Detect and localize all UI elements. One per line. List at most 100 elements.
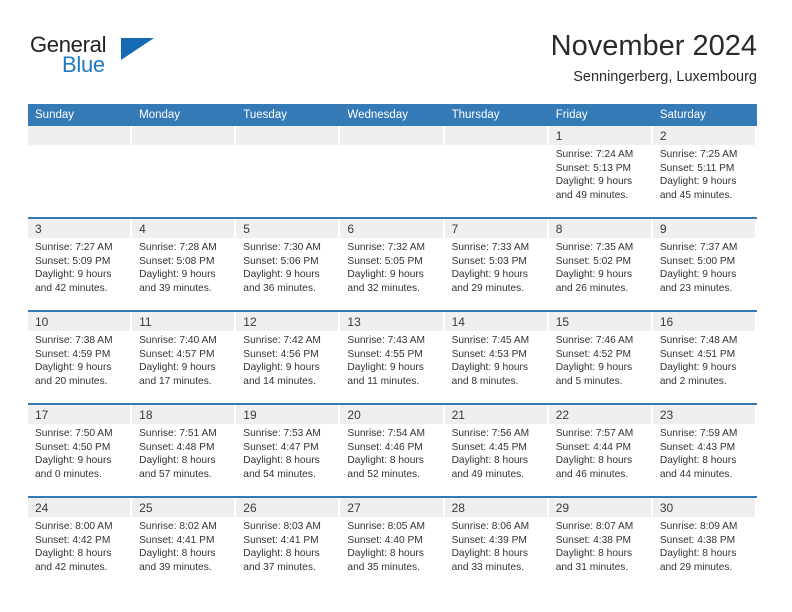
day-number: 12 [236,312,339,331]
day-cell-inner: 12 Sunrise: 7:42 AM Sunset: 4:56 PM Dayligh… [236,312,340,403]
calendar-day-cell[interactable]: 17 Sunrise: 7:50 AM Sunset: 4:50 PM Dayligh… [28,403,133,497]
calendar-day-cell[interactable]: 26 Sunrise: 8:03 AM Sunset: 4:41 PM Dayligh… [236,496,341,589]
day-details: Sunrise: 8:09 AM Sunset: 4:38 PM Daylight:… [653,517,757,574]
calendar-day-cell[interactable]: 13 Sunrise: 7:43 AM Sunset: 4:55 PM Dayligh… [340,310,445,404]
sunrise-text: Sunrise: 7:56 AM [451,428,530,439]
calendar-day-cell[interactable]: 1 Sunrise: 7:24 AM Sunset: 5:13 PM Daylight… [548,126,653,218]
sunset-text: Sunset: 5:13 PM [555,162,632,174]
sunset-text: Sunset: 4:38 PM [659,534,736,546]
weekday-header-wednesday: Wednesday [340,104,445,126]
day-number [340,126,443,145]
day-number [132,126,235,145]
sunrise-text: Sunrise: 7:24 AM [555,149,634,160]
calendar-day-cell[interactable]: 18 Sunrise: 7:51 AM Sunset: 4:48 PM Dayligh… [132,403,237,497]
calendar-day-cell[interactable]: 4 Sunrise: 7:28 AM Sunset: 5:08 PM Daylight… [132,217,237,311]
day-cell-inner: 1 Sunrise: 7:24 AM Sunset: 5:13 PM Daylight… [548,126,653,217]
sunrise-text: Sunrise: 7:32 AM [347,242,426,253]
day-number: 30 [652,498,755,517]
general-blue-logo[interactable]: General Blue [28,32,208,88]
sunset-text: Sunset: 4:47 PM [243,441,319,453]
day-cell-inner: 13 Sunrise: 7:43 AM Sunset: 4:55 PM Dayligh… [340,312,444,403]
daylight-text-line2: and 35 minutes. [347,561,420,573]
sunrise-text: Sunrise: 8:09 AM [659,521,738,532]
calendar-day-cell[interactable]: 5 Sunrise: 7:30 AM Sunset: 5:06 PM Daylight… [236,217,341,311]
sunrise-text: Sunrise: 7:48 AM [659,335,738,346]
daylight-text-line2: and 52 minutes. [347,468,420,480]
sunset-text: Sunset: 5:00 PM [659,255,736,267]
day-cell-inner [444,126,549,217]
day-number: 13 [340,312,443,331]
calendar-day-cell[interactable]: 16 Sunrise: 7:48 AM Sunset: 4:51 PM Dayligh… [652,310,757,404]
calendar-day-cell[interactable]: 9 Sunrise: 7:37 AM Sunset: 5:00 PM Daylight… [652,217,757,311]
calendar-day-cell[interactable]: 8 Sunrise: 7:35 AM Sunset: 5:02 PM Daylight… [548,217,653,311]
day-cell-inner [236,126,340,217]
day-details: Sunrise: 8:07 AM Sunset: 4:38 PM Daylight:… [549,517,653,574]
day-cell-inner: 6 Sunrise: 7:32 AM Sunset: 5:05 PM Daylight… [340,219,444,310]
sunset-text: Sunset: 4:43 PM [659,441,736,453]
calendar-day-cell[interactable]: 14 Sunrise: 7:45 AM Sunset: 4:53 PM Dayligh… [444,310,549,404]
sunset-text: Sunset: 4:59 PM [35,348,111,360]
day-details: Sunrise: 7:50 AM Sunset: 4:50 PM Daylight:… [28,424,132,481]
calendar-day-cell[interactable]: 25 Sunrise: 8:02 AM Sunset: 4:41 PM Dayligh… [132,496,237,589]
daylight-text-line2: and 39 minutes. [139,561,212,573]
daylight-text-line1: Daylight: 9 hours [659,269,737,281]
daylight-text-line1: Daylight: 8 hours [243,548,320,560]
day-details: Sunrise: 7:37 AM Sunset: 5:00 PM Daylight:… [653,238,757,295]
calendar-week-row: 1 Sunrise: 7:24 AM Sunset: 5:13 PM Daylight… [28,126,757,218]
sunrise-text: Sunrise: 7:46 AM [555,335,634,346]
logo-text-blue: Blue [62,52,105,77]
calendar-day-cell[interactable]: 12 Sunrise: 7:42 AM Sunset: 4:56 PM Dayligh… [236,310,341,404]
daylight-text-line2: and 33 minutes. [451,561,525,573]
calendar-day-cell[interactable]: 3 Sunrise: 7:27 AM Sunset: 5:09 PM Daylight… [28,217,133,311]
day-number: 7 [444,219,547,238]
day-cell-inner: 17 Sunrise: 7:50 AM Sunset: 4:50 PM Dayligh… [28,405,132,496]
day-number: 11 [132,312,235,331]
daylight-text-line1: Daylight: 8 hours [451,455,529,467]
logo-triangle-icon [121,38,154,60]
day-details: Sunrise: 8:05 AM Sunset: 4:40 PM Daylight:… [340,517,444,574]
calendar-day-cell[interactable]: 15 Sunrise: 7:46 AM Sunset: 4:52 PM Dayligh… [548,310,653,404]
calendar-day-cell[interactable]: 24 Sunrise: 8:00 AM Sunset: 4:42 PM Dayligh… [28,496,133,589]
daylight-text-line2: and 29 minutes. [659,561,733,573]
calendar-day-cell[interactable]: 6 Sunrise: 7:32 AM Sunset: 5:05 PM Daylight… [340,217,445,311]
day-details: Sunrise: 7:25 AM Sunset: 5:11 PM Daylight:… [653,145,757,202]
day-cell-inner: 11 Sunrise: 7:40 AM Sunset: 4:57 PM Dayligh… [132,312,236,403]
sunset-text: Sunset: 4:50 PM [35,441,111,453]
calendar-day-cell[interactable]: 21 Sunrise: 7:56 AM Sunset: 4:45 PM Dayligh… [444,403,549,497]
day-details: Sunrise: 7:40 AM Sunset: 4:57 PM Daylight:… [132,331,236,388]
calendar-day-cell[interactable]: 22 Sunrise: 7:57 AM Sunset: 4:44 PM Dayligh… [548,403,653,497]
daylight-text-line2: and 26 minutes. [555,282,629,294]
calendar-day-cell[interactable]: 20 Sunrise: 7:54 AM Sunset: 4:46 PM Dayligh… [340,403,445,497]
day-number: 1 [548,126,651,145]
day-number: 21 [444,405,547,424]
daylight-text-line2: and 46 minutes. [555,468,629,480]
day-cell-inner: 22 Sunrise: 7:57 AM Sunset: 4:44 PM Dayligh… [548,405,653,496]
day-number: 6 [340,219,443,238]
calendar-day-cell[interactable]: 2 Sunrise: 7:25 AM Sunset: 5:11 PM Daylight… [652,126,757,218]
weekday-header-thursday: Thursday [444,104,549,126]
daylight-text-line1: Daylight: 9 hours [347,362,424,374]
calendar-day-cell[interactable]: 7 Sunrise: 7:33 AM Sunset: 5:03 PM Daylight… [444,217,549,311]
daylight-text-line1: Daylight: 8 hours [35,548,112,560]
calendar-day-cell[interactable]: 23 Sunrise: 7:59 AM Sunset: 4:43 PM Dayligh… [652,403,757,497]
calendar-day-cell[interactable]: 10 Sunrise: 7:38 AM Sunset: 4:59 PM Dayligh… [28,310,133,404]
daylight-text-line2: and 20 minutes. [35,375,108,387]
day-number [28,126,131,145]
day-cell-inner: 21 Sunrise: 7:56 AM Sunset: 4:45 PM Dayligh… [444,405,549,496]
calendar-day-cell[interactable]: 19 Sunrise: 7:53 AM Sunset: 4:47 PM Dayligh… [236,403,341,497]
day-number: 24 [28,498,131,517]
sunset-text: Sunset: 4:46 PM [347,441,423,453]
day-details: Sunrise: 7:27 AM Sunset: 5:09 PM Daylight:… [28,238,132,295]
calendar-day-cell[interactable]: 27 Sunrise: 8:05 AM Sunset: 4:40 PM Dayligh… [340,496,445,589]
calendar-day-cell[interactable]: 28 Sunrise: 8:06 AM Sunset: 4:39 PM Dayligh… [444,496,549,589]
calendar-day-cell[interactable]: 30 Sunrise: 8:09 AM Sunset: 4:38 PM Dayligh… [652,496,757,589]
day-cell-inner: 3 Sunrise: 7:27 AM Sunset: 5:09 PM Daylight… [28,219,132,310]
day-cell-inner: 28 Sunrise: 8:06 AM Sunset: 4:39 PM Dayligh… [444,498,549,589]
day-details: Sunrise: 7:32 AM Sunset: 5:05 PM Daylight:… [340,238,444,295]
calendar-page: General Blue November 2024 Senningerberg… [0,0,792,612]
page-header: General Blue November 2024 Senningerberg… [28,28,757,98]
calendar-day-cell[interactable]: 29 Sunrise: 8:07 AM Sunset: 4:38 PM Dayligh… [548,496,653,589]
sunrise-text: Sunrise: 7:33 AM [451,242,530,253]
sunset-text: Sunset: 5:05 PM [347,255,423,267]
calendar-day-cell[interactable]: 11 Sunrise: 7:40 AM Sunset: 4:57 PM Dayligh… [132,310,237,404]
